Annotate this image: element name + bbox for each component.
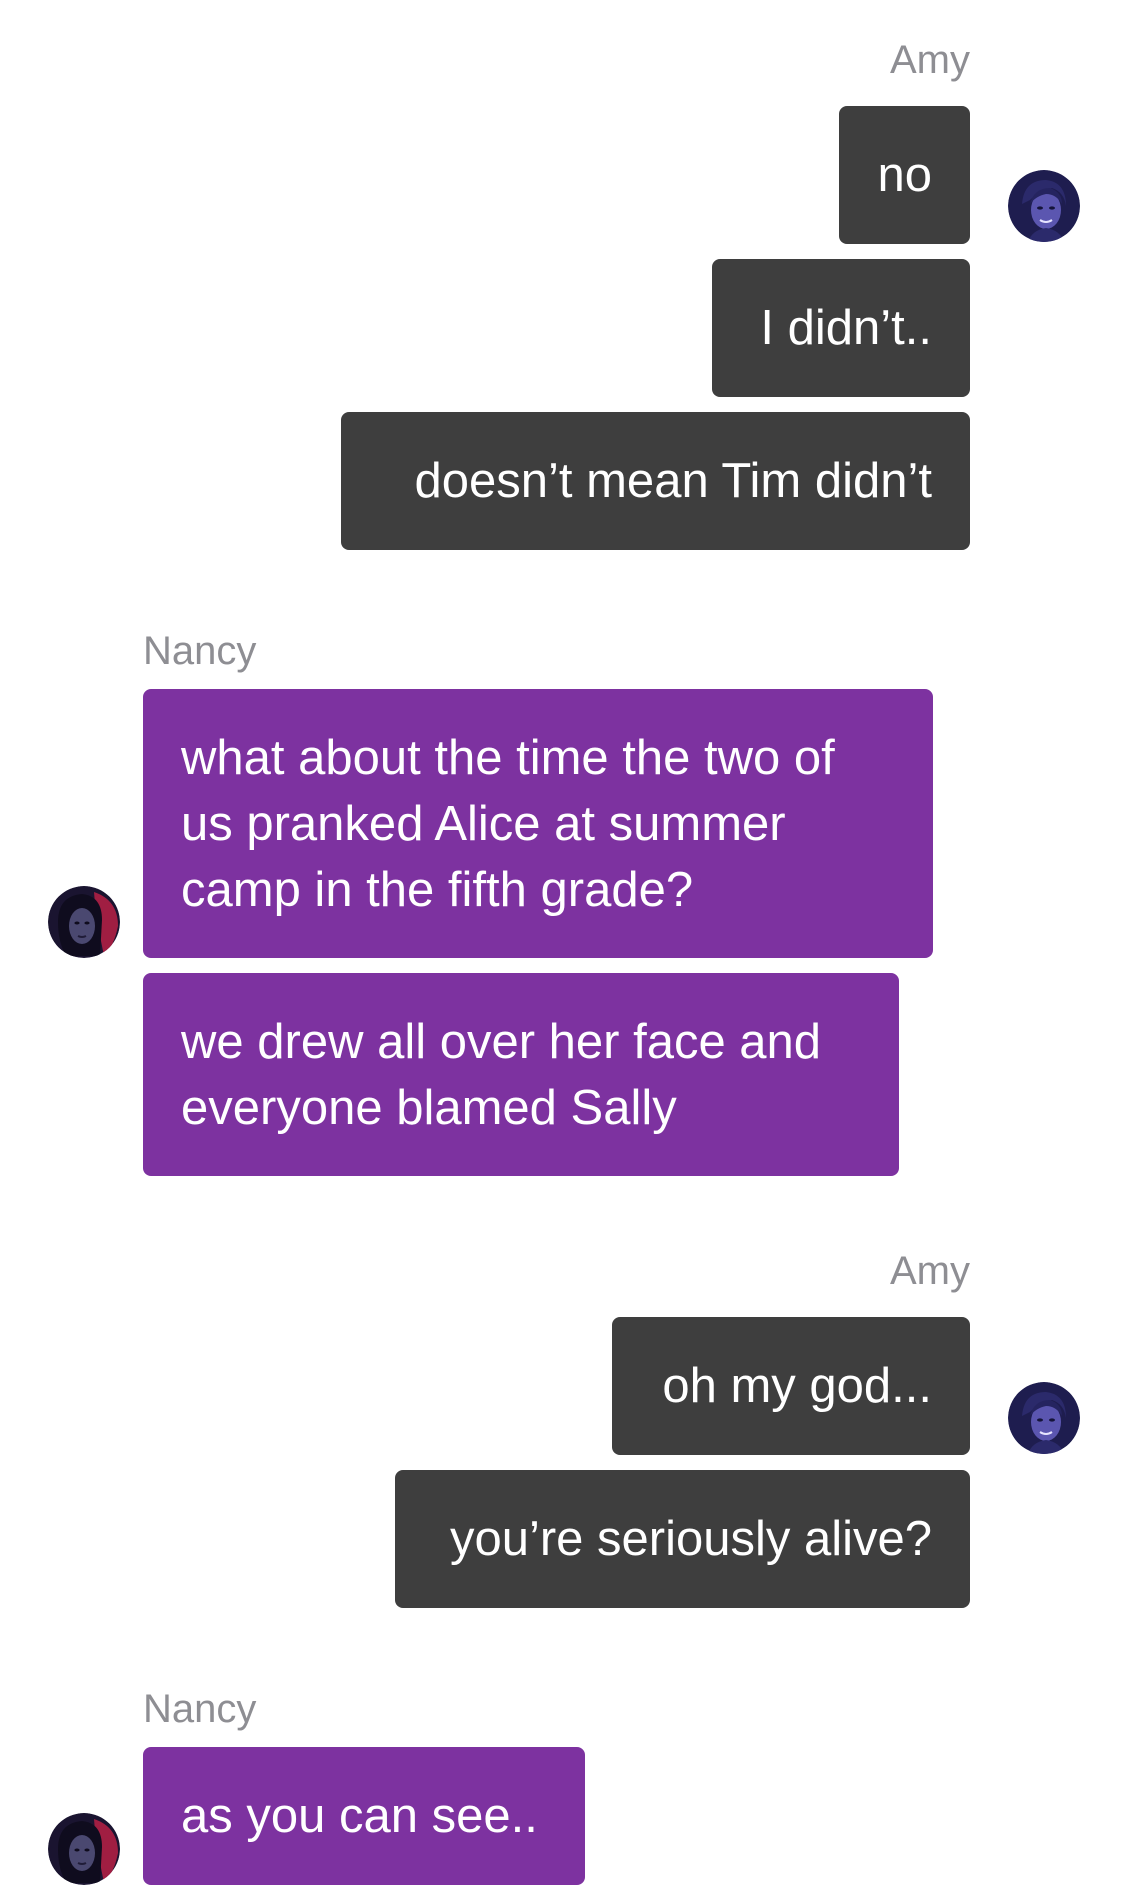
message-bubble-amy[interactable]: you’re seriously alive? [395,1470,970,1608]
message-text: we drew all over her face and everyone b… [181,1014,822,1135]
sender-name-nancy: Nancy [143,1687,257,1731]
message-bubble-amy[interactable]: no [839,106,970,244]
message-bubble-amy[interactable]: I didn’t.. [712,259,970,397]
chat-thread: Amy no I didn’t.. doesn’t mean Tim didn’… [0,0,1125,1891]
message-bubble-amy[interactable]: doesn’t mean Tim didn’t [341,412,970,550]
nancy-avatar-icon[interactable] [48,1813,120,1885]
message-bubble-amy[interactable]: oh my god... [612,1317,970,1455]
message-text: doesn’t mean Tim didn’t [414,454,933,508]
amy-avatar-icon[interactable] [1008,170,1080,242]
message-text: as you can see.. [181,1789,538,1843]
message-text: I didn’t.. [760,301,932,355]
sender-name-nancy: Nancy [143,629,257,673]
message-bubble-nancy[interactable]: as you can see.. [143,1747,585,1885]
nancy-avatar-icon[interactable] [48,886,120,958]
message-bubble-nancy[interactable]: we drew all over her face and everyone b… [143,973,899,1176]
message-text: no [877,148,932,202]
sender-name-amy: Amy [890,38,970,82]
message-text: what about the time the two of us pranke… [181,730,835,917]
sender-name-amy: Amy [890,1249,970,1293]
message-text: oh my god... [662,1359,932,1413]
amy-avatar-icon[interactable] [1008,1382,1080,1454]
message-bubble-nancy[interactable]: what about the time the two of us pranke… [143,689,933,958]
message-text: you’re seriously alive? [449,1512,932,1566]
